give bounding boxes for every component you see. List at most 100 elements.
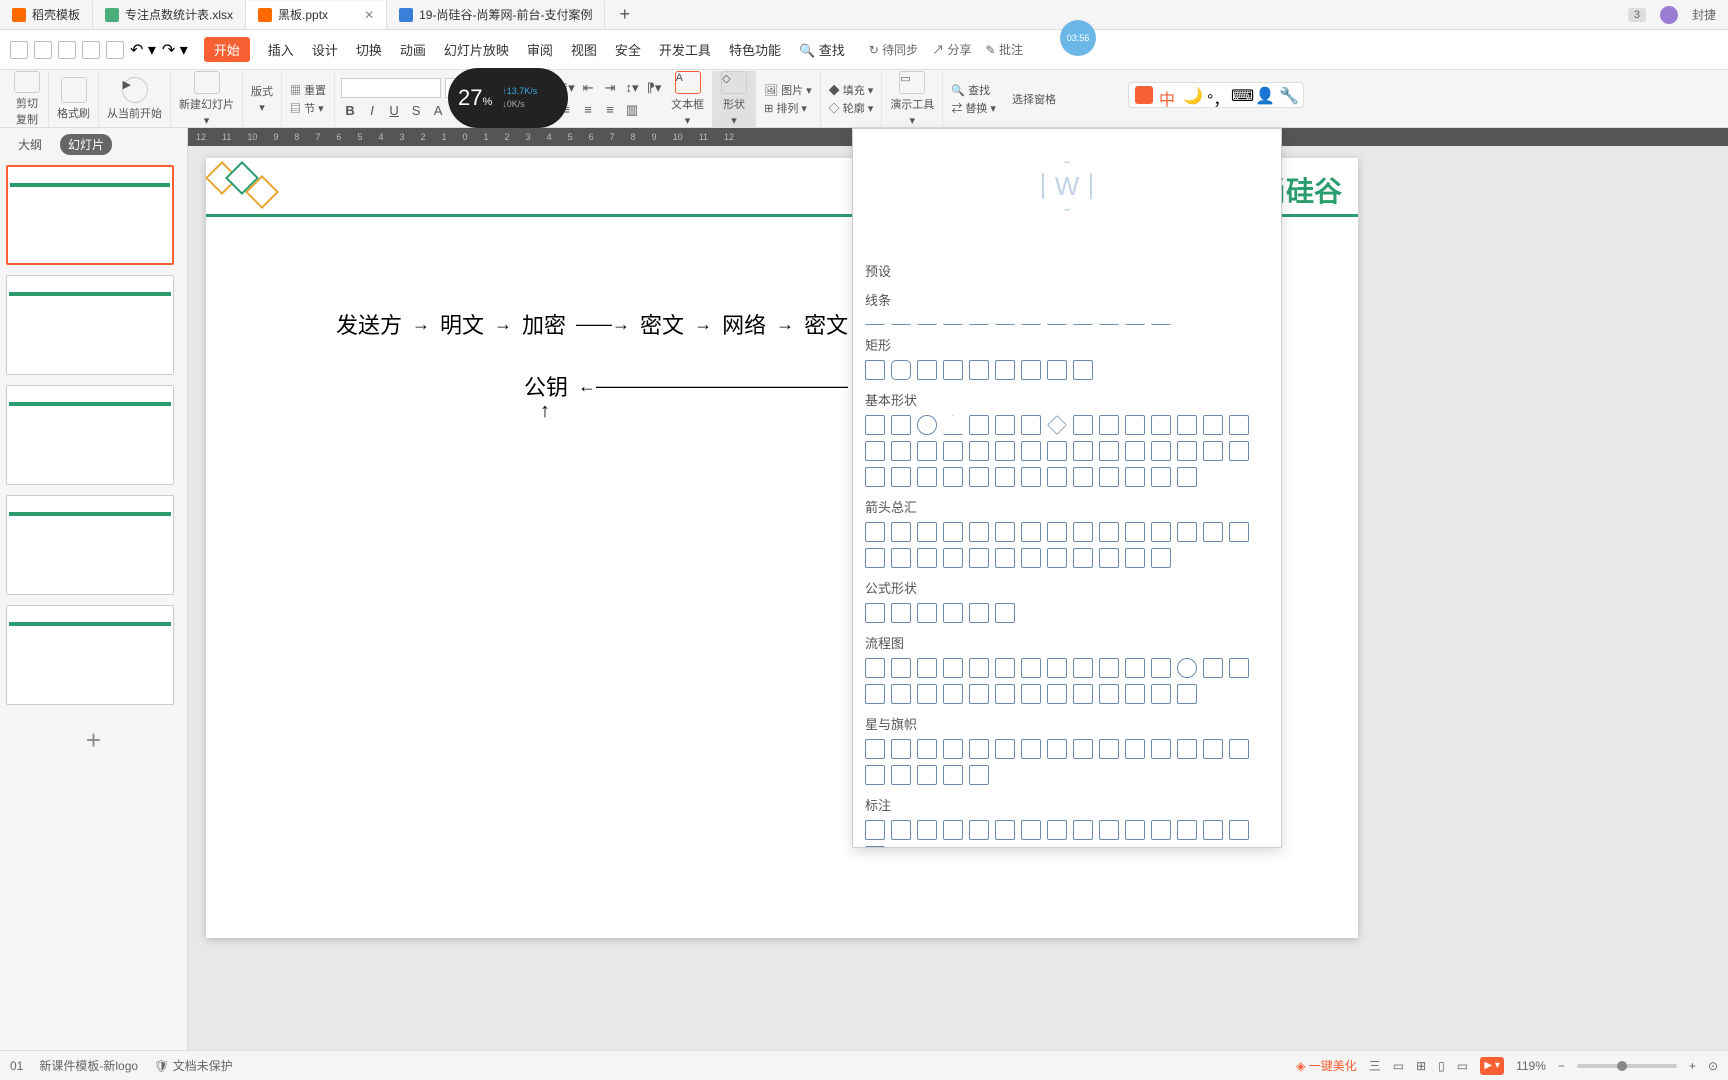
- fc-process-shape[interactable]: [865, 658, 885, 678]
- fc-collate-shape[interactable]: [943, 684, 963, 704]
- noSymbol-shape[interactable]: [1177, 441, 1197, 461]
- cloud-shape[interactable]: [995, 467, 1015, 487]
- arc-shape[interactable]: [1203, 441, 1223, 461]
- star24-shape[interactable]: [1125, 739, 1145, 759]
- rect-shape[interactable]: [1047, 360, 1067, 380]
- callout-border-shape[interactable]: [1151, 820, 1171, 840]
- freeform-shape[interactable]: [1073, 315, 1093, 325]
- new-tab-button[interactable]: +: [605, 4, 644, 25]
- fill-button[interactable]: ◆ 填充 ▾: [829, 82, 874, 98]
- ribbon-shape[interactable]: [1177, 739, 1197, 759]
- strike-icon[interactable]: S: [407, 102, 425, 120]
- sniprect-shape[interactable]: [917, 360, 937, 380]
- undo-icon[interactable]: ↶ ▾: [130, 40, 156, 60]
- arrow-lr-shape[interactable]: [969, 522, 989, 542]
- divide-shape[interactable]: [943, 603, 963, 623]
- share-button[interactable]: ↗ 分享: [932, 41, 971, 58]
- rect-shape[interactable]: [1021, 360, 1041, 380]
- horizontal-scroll-shape[interactable]: [917, 765, 937, 785]
- scribble-shape[interactable]: [1151, 315, 1171, 325]
- can-shape[interactable]: [1073, 441, 1093, 461]
- arrow-callout-shape[interactable]: [1125, 548, 1145, 568]
- fc-document-shape[interactable]: [1021, 658, 1041, 678]
- teardrop-shape[interactable]: [891, 441, 911, 461]
- sync-button[interactable]: ↻ 待同步: [869, 41, 918, 58]
- fc-seqaccess-shape[interactable]: [1099, 684, 1119, 704]
- replace-button[interactable]: ⇄ 替换 ▾: [951, 100, 996, 116]
- zoom-value[interactable]: 119%: [1516, 1059, 1546, 1073]
- slide-content[interactable]: 发送方→ 明文→ 加密——→ 密文→ 网络→ 密文 ↑ 公钥←—————————…: [336, 308, 848, 402]
- ellipse-ribbon-shape[interactable]: [1229, 739, 1249, 759]
- user-icon[interactable]: 👤: [1255, 86, 1273, 104]
- close-icon[interactable]: ✕: [364, 8, 374, 22]
- rect-shape[interactable]: [969, 360, 989, 380]
- vertical-scroll-shape[interactable]: [891, 765, 911, 785]
- fc-delay-shape[interactable]: [1073, 684, 1093, 704]
- slide-thumb-2[interactable]: [6, 275, 174, 375]
- template-name[interactable]: 新课件模板-新logo: [39, 1057, 138, 1074]
- textbox-shape[interactable]: [865, 415, 885, 435]
- start-from-current[interactable]: ▶从当前开始: [99, 71, 171, 127]
- ellipse-ribbon2-shape[interactable]: [865, 765, 885, 785]
- document-protection[interactable]: 🛡 文档未保护: [154, 1057, 233, 1074]
- callout-oval-shape[interactable]: [917, 820, 937, 840]
- brace-shape[interactable]: [1073, 467, 1093, 487]
- slides-tab[interactable]: 幻灯片: [60, 134, 112, 155]
- fc-manual-shape[interactable]: [1125, 658, 1145, 678]
- zoom-slider[interactable]: [1577, 1064, 1677, 1068]
- arrow-callout-shape[interactable]: [1021, 548, 1041, 568]
- print-icon[interactable]: [82, 41, 100, 59]
- notification-badge[interactable]: 3: [1628, 8, 1646, 22]
- lshape-shape[interactable]: [969, 441, 989, 461]
- octagon-shape[interactable]: [1151, 415, 1171, 435]
- zoom-in-icon[interactable]: +: [1689, 1059, 1696, 1073]
- menu-slideshow[interactable]: 幻灯片放映: [444, 37, 509, 62]
- donut-shape[interactable]: [1151, 441, 1171, 461]
- arrow-callout-shape[interactable]: [943, 548, 963, 568]
- tab-docx[interactable]: 19-尚硅谷-尚筹网-前台-支付案例: [387, 1, 605, 29]
- menu-devtools[interactable]: 开发工具: [659, 37, 711, 62]
- star8-shape[interactable]: [1021, 739, 1041, 759]
- callout-round-shape[interactable]: [891, 820, 911, 840]
- fc-card-shape[interactable]: [1229, 658, 1249, 678]
- avatar[interactable]: [1660, 6, 1678, 24]
- find-button[interactable]: 🔍 查找: [951, 82, 990, 98]
- outline-button[interactable]: ◇ 轮廓 ▾: [829, 100, 874, 116]
- linespace-icon[interactable]: ↕▾: [623, 79, 641, 97]
- notequal-shape[interactable]: [995, 603, 1015, 623]
- arrow-ud-shape[interactable]: [995, 522, 1015, 542]
- add-slide-button[interactable]: +: [6, 715, 181, 766]
- fc-data-shape[interactable]: [943, 658, 963, 678]
- explosion2-shape[interactable]: [891, 739, 911, 759]
- pie-shape[interactable]: [1229, 415, 1249, 435]
- tool-icon[interactable]: 🔧: [1279, 86, 1297, 104]
- arrow-callout-shape[interactable]: [969, 548, 989, 568]
- layout-group[interactable]: 版式▾: [243, 71, 282, 127]
- star32-shape[interactable]: [1151, 739, 1171, 759]
- fc-sum-shape[interactable]: [891, 684, 911, 704]
- textdir-icon[interactable]: ⁋▾: [645, 79, 663, 97]
- fc-alt-shape[interactable]: [891, 658, 911, 678]
- fc-magdisk-shape[interactable]: [1125, 684, 1145, 704]
- star5-shape[interactable]: [943, 739, 963, 759]
- menu-animation[interactable]: 动画: [400, 37, 426, 62]
- menu-security[interactable]: 安全: [615, 37, 641, 62]
- slideshow-button[interactable]: ▶ ▾: [1480, 1057, 1504, 1075]
- roundrect-shape[interactable]: [891, 360, 911, 380]
- arrow-uturn-shape[interactable]: [1073, 522, 1093, 542]
- underline-icon[interactable]: U: [385, 102, 403, 120]
- ime-icon[interactable]: 中: [1159, 86, 1177, 104]
- tab-xlsx[interactable]: 专注点数统计表.xlsx: [93, 1, 246, 29]
- new-icon[interactable]: [10, 41, 28, 59]
- fc-terminator-shape[interactable]: [1073, 658, 1093, 678]
- callout-border3-shape[interactable]: [1203, 820, 1223, 840]
- search-menu[interactable]: 🔍 查找: [799, 37, 845, 62]
- rtriangle-shape[interactable]: [969, 415, 989, 435]
- hexagon-shape[interactable]: [1099, 415, 1119, 435]
- menu-review[interactable]: 审阅: [527, 37, 553, 62]
- halfframe-shape[interactable]: [943, 441, 963, 461]
- fc-merge-shape[interactable]: [1021, 684, 1041, 704]
- arrow-notched-shape[interactable]: [1229, 522, 1249, 542]
- fc-sort-shape[interactable]: [969, 684, 989, 704]
- zoom-out-icon[interactable]: −: [1558, 1059, 1565, 1073]
